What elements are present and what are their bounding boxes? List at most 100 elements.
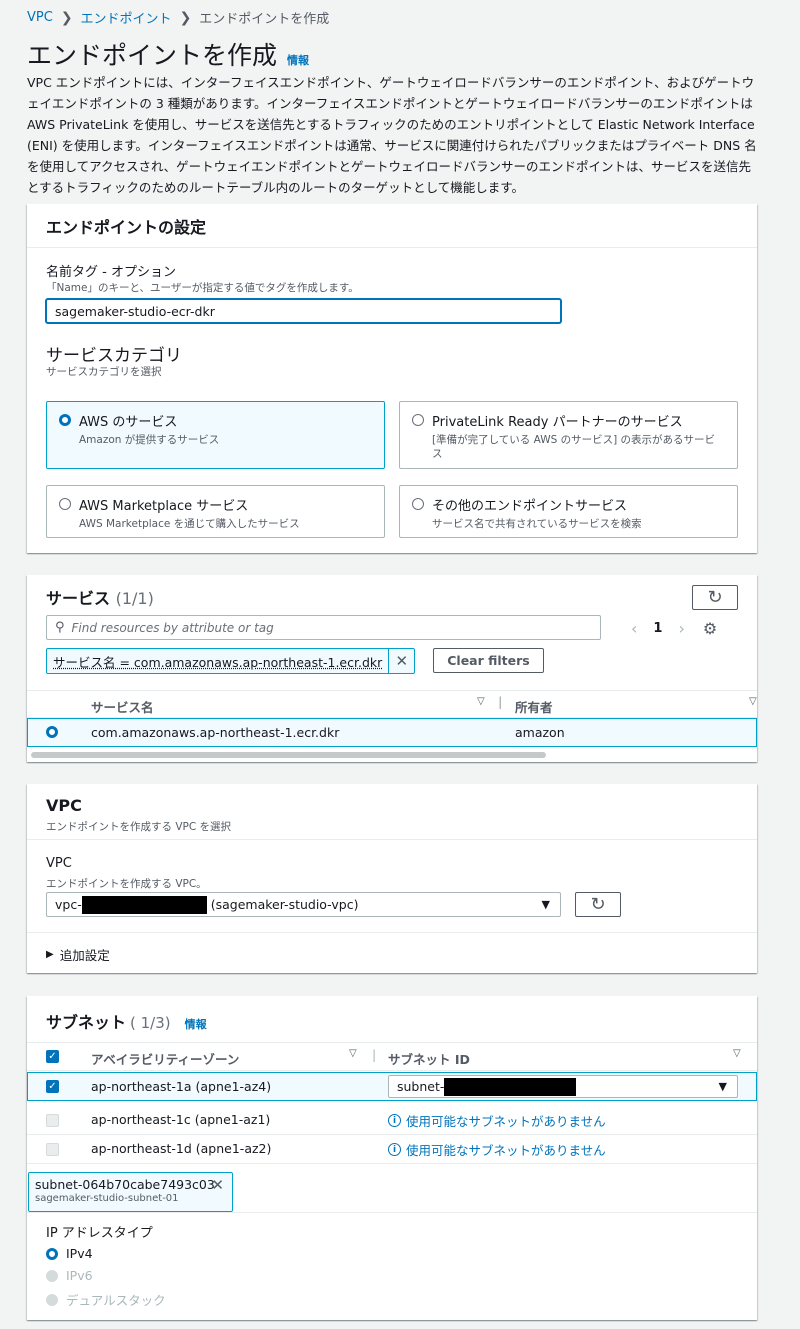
vpc-desc: エンドポイントを作成する VPC を選択 [46,821,232,833]
pagination: ‹ 1 › ⚙ [631,619,717,638]
services-table-header: サービス名 ▽ | 所有者 ▽ [27,690,757,718]
subnet-select[interactable]: subnet- ▼ [388,1075,738,1098]
tile-title: AWS Marketplace サービス [79,499,249,514]
info-icon: i [388,1143,401,1156]
redacted-block [444,1077,577,1096]
tile-desc: [準備が完了している AWS のサービス] の表示があるサービス [432,434,716,460]
column-owner[interactable]: 所有者 [515,697,553,716]
no-subnet-text: 使用可能なサブネットがありません [406,1143,606,1158]
row-service-name: com.amazonaws.ap-northeast-1.ecr.dkr [91,725,340,740]
row-checkbox-disabled [46,1114,59,1127]
panel-header: エンドポイントの設定 [27,204,757,248]
column-service-name[interactable]: サービス名 [91,697,154,716]
search-input[interactable]: ⚲ Find resources by attribute or tag [46,615,601,640]
tile-privatelink-partner[interactable]: PrivateLink Ready パートナーのサービス [準備が完了している … [399,401,738,469]
subnets-table-header: ✓ アベイラビリティーゾーン ▽ | サブネット ID ▽ [27,1042,757,1071]
column-divider: | [498,694,503,709]
close-icon[interactable]: ✕ [388,649,414,673]
no-subnet-message: i 使用可能なサブネットがありません [388,1140,606,1159]
radio-aws-marketplace[interactable] [59,498,71,510]
subnets-count: ( 1/3) [130,1014,171,1032]
subnet-token-id: subnet-064b70cabe7493c03 [35,1177,215,1192]
radio-privatelink-partner[interactable] [412,414,424,426]
ip-option-ipv4[interactable]: IPv4 [46,1246,93,1261]
tile-aws-marketplace[interactable]: AWS Marketplace サービス AWS Marketplace を通じ… [46,485,385,538]
ip-option-ipv6: IPv6 [46,1268,93,1283]
sort-caret-icon[interactable]: ▽ [733,1048,741,1059]
refresh-button[interactable]: ↻ [692,585,738,610]
filter-token: サービス名 = com.amazonaws.ap-northeast-1.ecr… [46,648,416,674]
ip-address-type-label: IP アドレスタイプ [46,1226,153,1241]
horizontal-scrollbar[interactable] [31,752,546,758]
chevron-right-icon[interactable]: › [678,619,684,638]
subnet-token: subnet-064b70cabe7493c03 sagemaker-studi… [28,1172,233,1212]
row-az: ap-northeast-1d (apne1-az2) [91,1141,272,1156]
chevron-left-icon[interactable]: ‹ [631,619,637,638]
column-subnet-id[interactable]: サブネット ID [388,1049,470,1068]
chevron-right-icon: ❯ [60,9,73,26]
table-row[interactable]: ✓ ap-northeast-1a (apne1-az4) subnet- ▼ [27,1072,757,1101]
page-title: エンドポイントを作成 情報 [27,36,309,72]
subnets-title: サブネット ( 1/3) 情報 [46,1009,207,1033]
services-count: (1/1) [115,589,154,608]
ip-option-label: IPv4 [66,1246,93,1261]
radio-ipv6 [46,1269,58,1282]
radio-other-endpoint[interactable] [412,498,424,510]
services-title-text: サービス [46,589,111,608]
select-all-checkbox[interactable]: ✓ [46,1050,59,1063]
breadcrumb: VPC ❯ エンドポイント ❯ エンドポイントを作成 [27,8,329,28]
info-link[interactable]: 情報 [287,52,309,68]
radio-ipv4[interactable] [46,1247,58,1260]
divider [27,932,757,933]
row-checkbox[interactable]: ✓ [46,1080,59,1093]
vpc-select[interactable]: vpc- (sagemaker-studio-vpc) ▼ [46,892,561,917]
subnet-token-name: sagemaker-studio-subnet-01 [35,1193,179,1204]
vpc-refresh-button[interactable]: ↻ [575,892,621,917]
service-category-desc: サービスカテゴリを選択 [46,366,162,378]
breadcrumb-endpoints[interactable]: エンドポイント [81,8,172,27]
vpc-value-prefix: vpc- [55,897,82,912]
caret-down-icon: ▼ [718,1080,727,1093]
info-link[interactable]: 情報 [185,1016,207,1032]
info-icon: i [388,1114,401,1127]
redacted-block [81,895,207,914]
filter-token-text: サービス名 = com.amazonaws.ap-northeast-1.ecr… [53,654,383,670]
row-owner: amazon [515,725,565,740]
radio-aws-services[interactable] [59,414,71,426]
additional-settings-toggle[interactable]: ▶ 追加設定 [46,945,110,964]
tile-other-endpoint[interactable]: その他のエンドポイントサービス サービス名で共有されているサービスを検索 [399,485,738,538]
close-icon[interactable]: ✕ [211,1176,224,1194]
sort-caret-icon[interactable]: ▽ [477,696,485,707]
vpc-field-label: VPC [46,856,72,871]
divider [27,1212,757,1213]
radio-dualstack [46,1293,58,1306]
no-subnet-text: 使用可能なサブネットがありません [406,1114,606,1129]
vpc-value-suffix: (sagemaker-studio-vpc) [210,897,359,912]
sort-caret-icon[interactable]: ▽ [349,1048,357,1059]
sort-caret-icon[interactable]: ▽ [749,696,757,707]
vpc-panel: VPC エンドポイントを作成する VPC を選択 VPC エンドポイントを作成す… [27,784,757,973]
panel-title: エンドポイントの設定 [46,217,207,237]
column-az[interactable]: アベイラビリティーゾーン [91,1049,239,1068]
gear-icon[interactable]: ⚙ [703,619,717,638]
tile-aws-services[interactable]: AWS のサービス Amazon が提供するサービス [46,401,385,469]
vpc-field-desc: エンドポイントを作成する VPC。 [46,878,207,890]
tile-desc: サービス名で共有されているサービスを検索 [432,518,642,530]
refresh-icon: ↻ [707,587,723,608]
subnet-value-prefix: subnet- [397,1079,445,1094]
chevron-right-icon: ❯ [179,9,192,26]
additional-settings-label: 追加設定 [59,948,110,963]
tile-title: PrivateLink Ready パートナーのサービス [432,415,683,430]
table-row: ap-northeast-1c (apne1-az1) i 使用可能なサブネット… [27,1106,757,1135]
vpc-title: VPC [46,796,82,815]
page-number[interactable]: 1 [653,621,662,636]
breadcrumb-vpc[interactable]: VPC [27,10,53,25]
search-placeholder: Find resources by attribute or tag [71,620,274,635]
page-title-text: エンドポイントを作成 [27,41,278,70]
name-tag-input[interactable]: sagemaker-studio-ecr-dkr [46,299,561,323]
row-radio[interactable] [46,726,58,738]
divider [27,839,757,840]
table-row[interactable]: com.amazonaws.ap-northeast-1.ecr.dkr ama… [27,718,757,747]
clear-filters-button[interactable]: Clear filters [433,648,544,673]
service-category-title: サービスカテゴリ [46,346,182,366]
